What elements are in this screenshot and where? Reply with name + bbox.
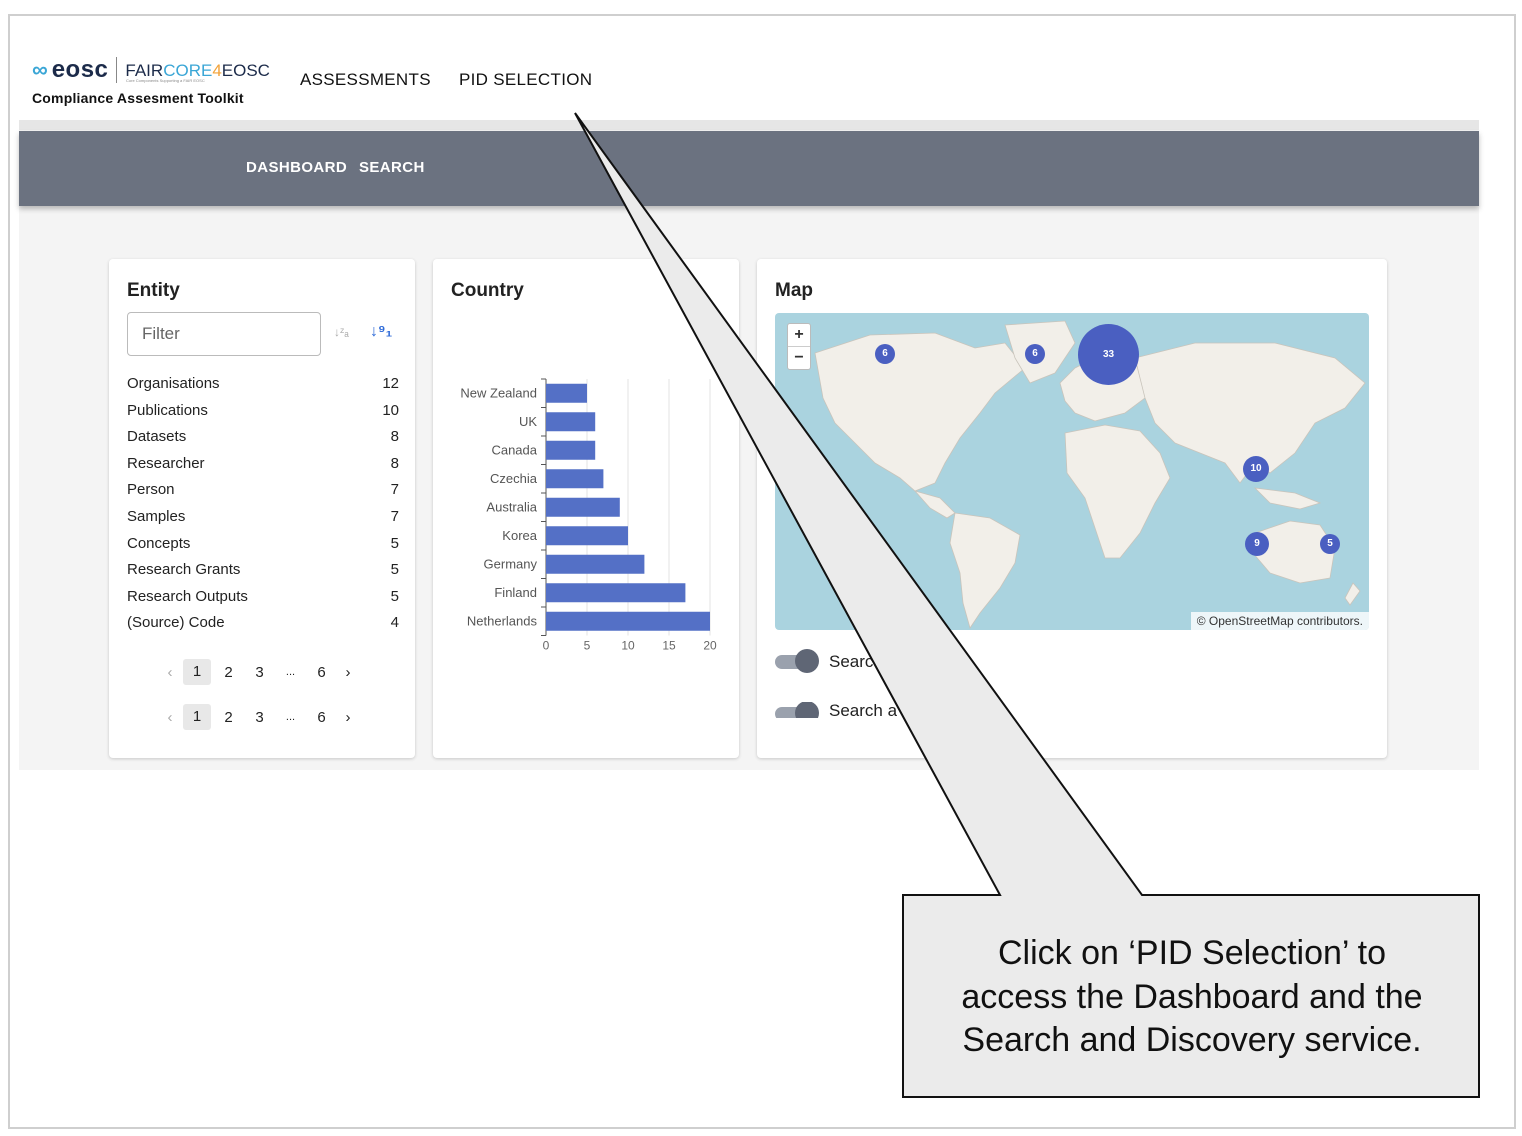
callout-text: Click on ‘PID Selection’ to access the D… (906, 932, 1478, 1063)
callout-line: access the Dashboard and the (961, 977, 1423, 1016)
callout-line: Search and Discovery service. (962, 1021, 1422, 1059)
callout-line: Click on ‘PID Selection’ to (997, 934, 1386, 972)
